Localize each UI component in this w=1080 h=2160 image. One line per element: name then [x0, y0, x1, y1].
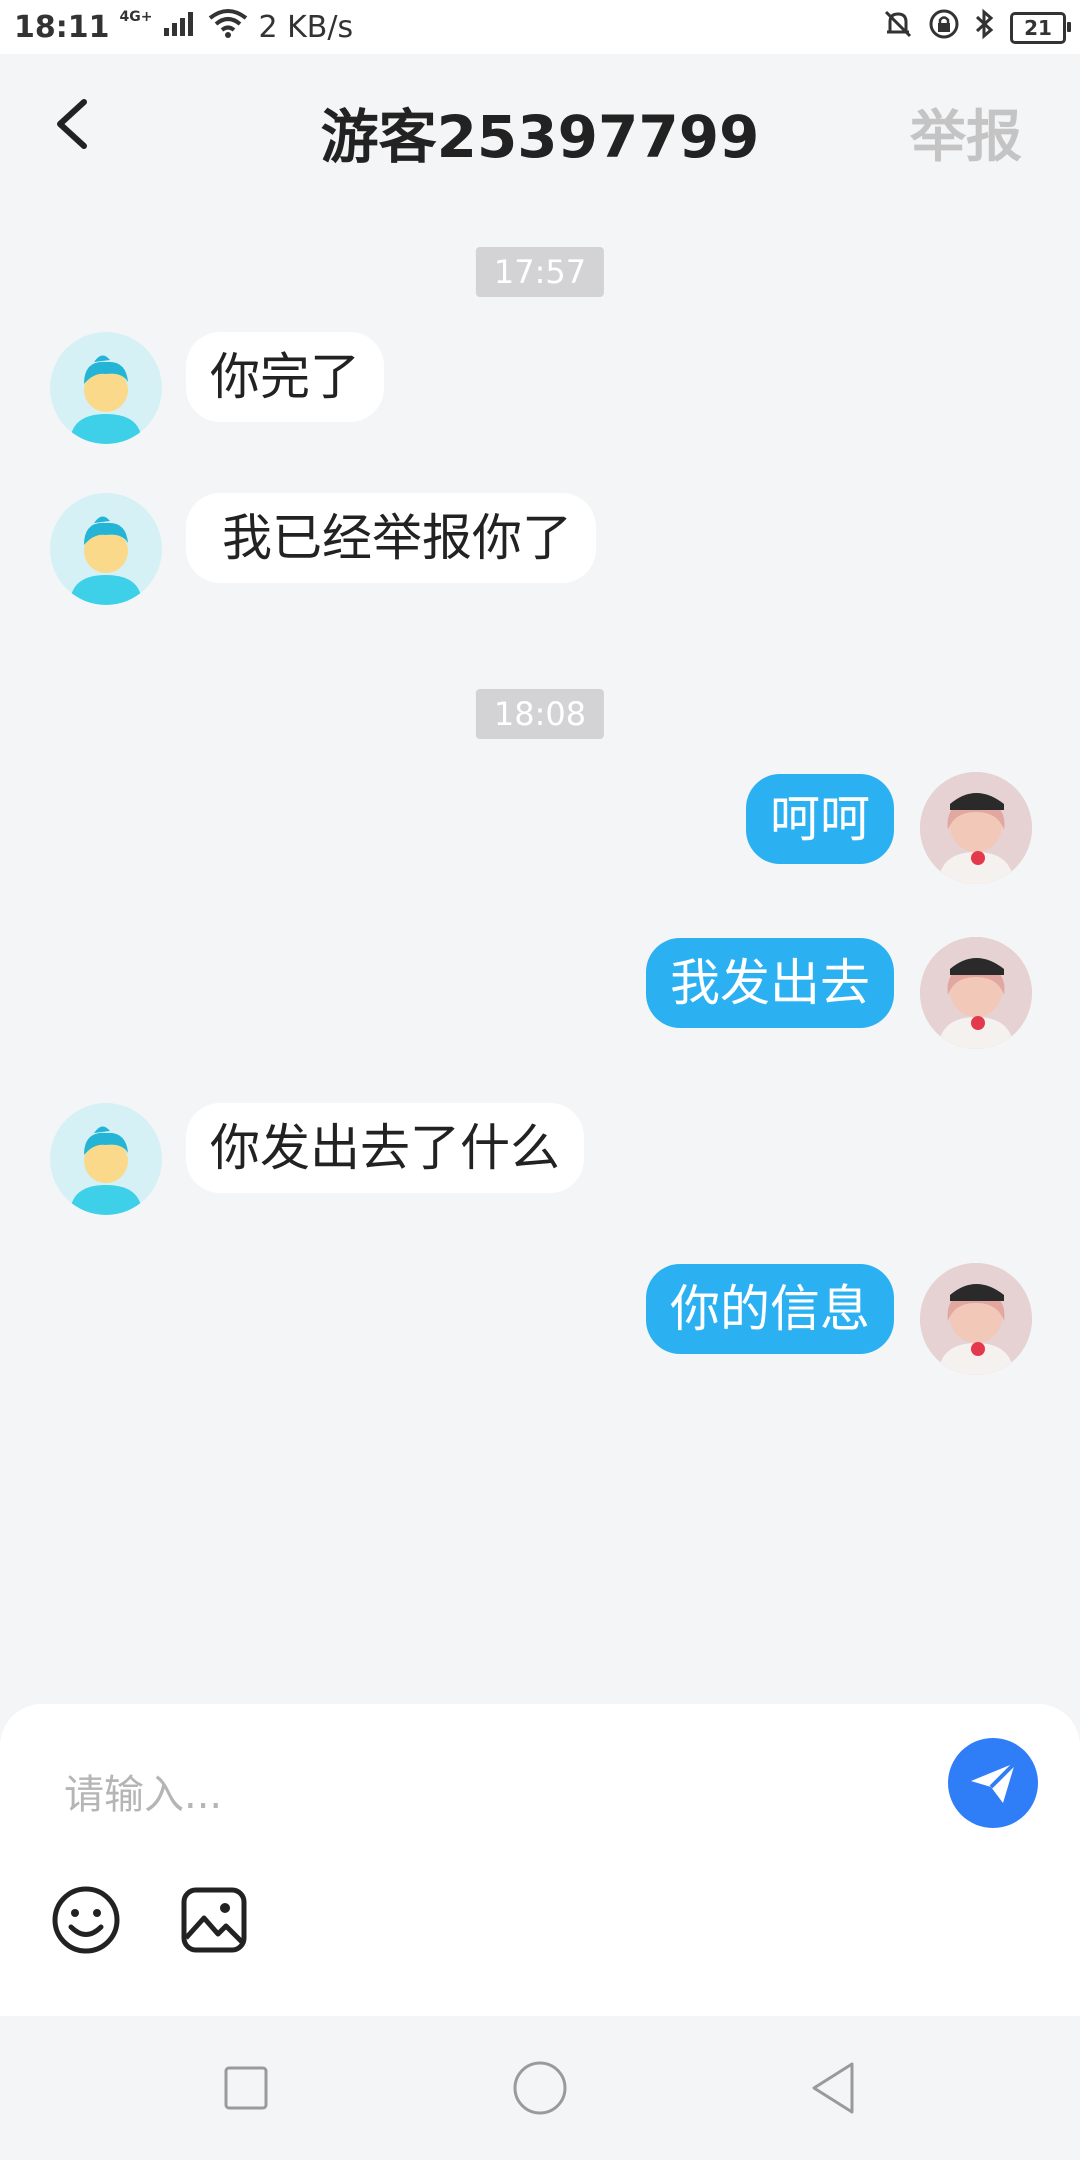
message-bubble-received[interactable]: 你发出去了什么: [186, 1103, 584, 1193]
circle-icon: [513, 2061, 567, 2115]
status-time: 18:11: [14, 9, 110, 45]
default-user-avatar-icon: [70, 1126, 142, 1215]
input-panel: [0, 1704, 1080, 2016]
back-nav-button[interactable]: [804, 2058, 864, 2118]
image-icon: [181, 1887, 247, 1953]
avatar-self[interactable]: [920, 1263, 1032, 1375]
user-avatar-icon: [920, 1263, 1032, 1375]
report-button[interactable]: 举报: [910, 92, 1022, 173]
default-user-avatar-icon: [70, 516, 142, 605]
message-bubble-received[interactable]: 你完了: [186, 332, 384, 422]
message-bubble-sent[interactable]: 我发出去: [646, 938, 894, 1028]
square-icon: [224, 2066, 268, 2110]
system-nav-bar: [0, 2016, 1080, 2160]
smiley-icon: [52, 1886, 120, 1954]
avatar-self[interactable]: [920, 772, 1032, 884]
recent-apps-button[interactable]: [216, 2058, 276, 2118]
battery-level: 21: [1024, 16, 1052, 40]
network-speed: 2 KB/s: [258, 9, 354, 45]
time-divider: 18:08: [475, 689, 605, 739]
battery-indicator: 21: [1010, 12, 1071, 44]
lock-rotation-icon: [928, 8, 960, 48]
mute-bell-icon: [882, 8, 914, 48]
cellular-signal-icon: [162, 8, 198, 46]
status-bar: 18:11 4G+ 2 KB/s 21: [0, 0, 1080, 54]
emoji-button[interactable]: [50, 1884, 122, 1956]
network-type-label: 4G+: [119, 9, 153, 25]
image-button[interactable]: [178, 1884, 250, 1956]
message-bubble-sent[interactable]: 你的信息: [646, 1264, 894, 1354]
wifi-icon: [208, 8, 248, 46]
bluetooth-icon: [974, 8, 996, 48]
send-button[interactable]: [948, 1738, 1038, 1828]
message-bubble-sent[interactable]: 呵呵: [746, 774, 894, 864]
home-button[interactable]: [510, 2058, 570, 2118]
avatar-guest[interactable]: [50, 1103, 162, 1215]
paper-plane-icon: [971, 1761, 1017, 1803]
avatar-self[interactable]: [920, 937, 1032, 1049]
user-avatar-icon: [920, 937, 1032, 1049]
triangle-back-icon: [812, 2062, 854, 2114]
chat-header: 游客25397799 举报: [0, 54, 1080, 194]
message-input[interactable]: [62, 1754, 886, 1836]
time-divider: 17:57: [475, 247, 605, 297]
default-user-avatar-icon: [70, 355, 142, 444]
user-avatar-icon: [920, 772, 1032, 884]
avatar-guest[interactable]: [50, 493, 162, 605]
message-bubble-received[interactable]: 我已经举报你了: [186, 493, 596, 583]
avatar-guest[interactable]: [50, 332, 162, 444]
